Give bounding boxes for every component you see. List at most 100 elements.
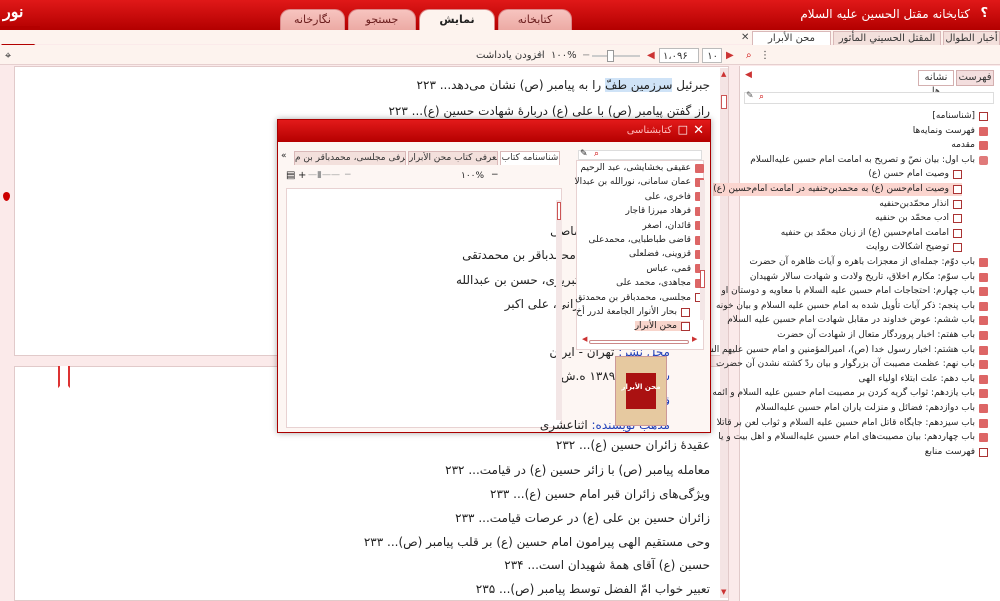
page-input[interactable]: ۱۰ <box>702 48 722 63</box>
popup-tab-id[interactable]: شناسنامه کتاب <box>500 151 560 165</box>
tag-icon[interactable]: ⌖ <box>5 48 11 63</box>
author-list-item[interactable]: فرهاد ميرزا قاجار <box>625 206 704 216</box>
zoom-slider-handle[interactable] <box>607 50 614 62</box>
zoom-out-icon[interactable]: − <box>582 48 590 63</box>
popup-tab-book[interactable]: معرفی کتاب محن الأبرار <box>408 151 498 165</box>
toc-item[interactable]: باب اول: بيان نصّ و تصريح به امامت امام … <box>750 154 988 167</box>
toc-item[interactable]: باب چهاردهم: بيان مصيبت‌هاى امام حسين عل… <box>718 431 988 444</box>
toc-item[interactable]: توضيح اشكالات روايت <box>866 241 962 254</box>
info-scroll-thumb[interactable] <box>557 202 561 220</box>
author-list-item[interactable]: فاخرى، على <box>645 192 704 202</box>
author-list-item[interactable]: عمان سامانى، نورالله بن عبدالا <box>575 177 704 187</box>
list-vscroll-thumb[interactable] <box>700 270 705 288</box>
prev-page-icon[interactable]: ▶ <box>726 48 734 63</box>
toc-item[interactable]: باب پنجم: ذكر آيات تأويل شده به امام حسي… <box>716 300 988 313</box>
next-page-icon[interactable]: ◀ <box>647 48 655 63</box>
bookmarks-button[interactable]: نشانه ها <box>918 70 954 97</box>
toc-item[interactable]: باب هفتم: اخبار پروردگار متعال از شهادت … <box>777 329 988 342</box>
list-scroll-left-icon[interactable]: ◀ <box>582 335 587 343</box>
add-note-button[interactable]: افزودن یادداشت <box>476 48 545 63</box>
tab-search[interactable]: جستجو <box>348 9 416 30</box>
scrollbar-thumb[interactable] <box>721 95 727 109</box>
toc-item[interactable]: [شناسنامه] <box>932 110 988 123</box>
toc-item[interactable]: باب ششم: عوض خداوند در مقابل شهادت امام … <box>727 314 988 327</box>
toc-item[interactable]: باب دوّم: جمله‌اى از معجزات باهره و آيات… <box>749 256 988 269</box>
options-icon[interactable]: ⋮ <box>760 48 770 63</box>
popup-tab-author[interactable]: معرفی مجلسی، محمدباقر بن م <box>294 151 406 165</box>
popup-zoom-out-icon[interactable]: − <box>491 170 499 180</box>
options-icon-popup[interactable]: ▤ <box>286 170 295 181</box>
toc-item-label: باب پنجم: ذكر آيات تأويل شده به امام حسي… <box>715 300 975 311</box>
toc-item[interactable]: باب يازدهم: ثواب گريه كردن بر مصيبت امام… <box>712 387 988 400</box>
author-list-item[interactable]: محن الأبرار <box>634 321 690 332</box>
list-vscrollbar[interactable] <box>700 180 705 320</box>
doc-line-b4: زائران حسين بن على (ع) در عرصات قيامت...… <box>455 511 710 525</box>
toc-item[interactable]: باب هشتم: اخبار رسول خدا (ص)، اميرالمؤمن… <box>702 344 988 357</box>
book-icon <box>979 374 988 384</box>
doc-tab-akhbar[interactable]: أخبار الطوال <box>943 31 1000 45</box>
author-list-item[interactable]: بحار الأنوار الجامعة لدرر أخ <box>576 307 690 317</box>
book-icon <box>979 404 988 413</box>
pen-icon[interactable]: ✎ <box>746 91 754 101</box>
toc-item[interactable]: امامت امام‌حسين (ع) از زبان محمّد بن حنف… <box>781 227 962 240</box>
tab-library[interactable]: کتابخانه <box>498 9 572 30</box>
list-hscrollbar[interactable] <box>589 340 689 344</box>
author-list-item[interactable]: عقيقى بخشايشى، عبد الرحيم <box>580 163 704 173</box>
author-list-item[interactable]: مجاهدى، محمد على <box>616 278 704 288</box>
book-icon <box>979 141 988 151</box>
toc-item[interactable]: وصيت امام‌حسن (ع) به محمدبن‌حنفيه در اما… <box>713 183 962 196</box>
scroll-down-icon[interactable]: ▼ <box>721 588 726 596</box>
scroll-up-icon[interactable]: ▲ <box>721 70 726 78</box>
page-icon <box>953 185 962 194</box>
toc-button[interactable]: فهرست <box>956 70 994 86</box>
toc-item[interactable]: باب چهارم: احتجاجات امام حسين عليه السلا… <box>721 285 988 298</box>
author-list-item[interactable]: مجلسى، محمدباقر بن محمدتق <box>575 293 704 303</box>
toc-item[interactable]: باب دوازدهم: فضائل و منزلت ياران امام حس… <box>755 402 988 415</box>
info-scrollbar[interactable] <box>556 200 562 420</box>
doc-tab-maqtal[interactable]: المقتل الحسيني المأثور <box>833 31 941 45</box>
author-list-label: عمان سامانى، نورالله بن عبدالا <box>574 177 691 188</box>
toc-search-icon[interactable]: ⌕ <box>759 92 764 102</box>
list-search-icon[interactable]: ⌕ <box>594 149 599 159</box>
zoom-in-icon[interactable]: + <box>536 48 544 63</box>
bookmark-sidebar-icon[interactable]: ◀ <box>745 70 752 80</box>
toc-item[interactable]: باب نهم: عظمت مصيبت آن بزرگوار و بيان رد… <box>716 358 988 371</box>
page-icon <box>979 112 988 121</box>
doc-tab-mihan[interactable]: محن الأبرار <box>752 31 831 45</box>
toc-item[interactable]: فهرست منابع <box>925 446 988 459</box>
zoom-in-popup-icon[interactable]: + <box>298 170 306 181</box>
search-icon[interactable]: ⌕ <box>746 48 752 63</box>
toc-item[interactable]: فهرست ونمایه‌ها <box>913 125 988 138</box>
author-list-label: محن الأبرار <box>634 321 677 332</box>
help-icon[interactable]: ؟ <box>980 6 988 21</box>
tab-display[interactable]: نمایش <box>419 9 495 30</box>
author-list-item[interactable]: قزوينى، فضلعلى <box>629 249 704 259</box>
toc-search-input[interactable] <box>744 92 994 104</box>
list-scroll-right-icon[interactable]: ▶ <box>692 335 697 343</box>
page-icon <box>953 243 962 253</box>
zoom-slider-track[interactable] <box>592 55 640 57</box>
toc-item[interactable]: ادب محمّد بن حنفيه <box>875 212 962 225</box>
close-icon[interactable]: ✕ <box>693 123 704 138</box>
toc-item-label: باب هفتم: اخبار پروردگار متعال از شهادت … <box>777 330 975 340</box>
popup-zoom-slider[interactable]: —▮—— <box>308 170 340 180</box>
toc-item[interactable]: باب سوّم: مكارم اخلاق، تاريخ ولادت و شها… <box>750 271 988 284</box>
list-pen-icon[interactable]: ✎ <box>580 149 588 159</box>
maximize-icon[interactable]: □ <box>678 123 688 136</box>
author-list-item[interactable]: قاضى طباطبايى، محمدعلى <box>589 235 704 245</box>
author-list-item[interactable]: قائدان، اصغر <box>642 221 704 231</box>
book-icon <box>979 345 988 355</box>
toc-item[interactable]: انذار محمّدبن‌حنفيه <box>879 198 962 211</box>
close-tab-icon[interactable]: ✕ <box>741 32 749 43</box>
folder-icon <box>979 155 988 165</box>
toc-item[interactable]: وصيت امام حسن (ع) <box>868 168 962 181</box>
tab-gallery[interactable]: نگارخانه <box>280 9 345 30</box>
tab-scroll-icon[interactable]: « <box>281 151 287 161</box>
author-list-item[interactable]: قمى، عباس <box>646 264 704 274</box>
toc-item[interactable]: باب دهم: علت ابتلاء اولياء الهى <box>859 373 988 386</box>
toc-item[interactable]: باب سيزدهم: جايگاه قاتل امام حسين عليه ا… <box>717 417 988 430</box>
zoom-out-popup-icon[interactable]: − <box>344 170 352 180</box>
page-icon <box>953 214 962 224</box>
toc-item[interactable]: مقدمه <box>951 139 988 152</box>
document-scrollbar[interactable] <box>720 68 728 598</box>
